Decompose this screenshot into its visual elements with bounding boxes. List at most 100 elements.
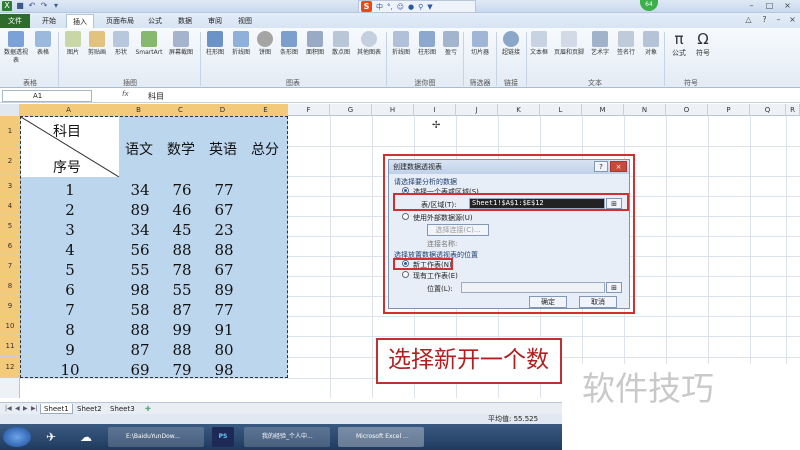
col-header-p[interactable]: P: [708, 104, 750, 116]
ime-toolbar[interactable]: S 中 °, ☺ ● ⚲ ▼: [358, 0, 476, 13]
row-header-4[interactable]: 4: [0, 196, 20, 216]
wb-close-icon[interactable]: ×: [786, 15, 799, 25]
clipart-button[interactable]: 剪贴画: [86, 31, 108, 57]
cell-math[interactable]: 55: [161, 281, 203, 299]
insert-sheet-icon[interactable]: ✚: [142, 404, 154, 414]
pivot-table-button[interactable]: 数据透视表: [2, 31, 30, 65]
picture-button[interactable]: 图片: [62, 31, 84, 57]
col-header-b[interactable]: B: [118, 104, 160, 116]
other-charts-button[interactable]: 其他图表: [355, 31, 383, 57]
tab-home[interactable]: 开始: [36, 14, 62, 28]
radio-existing-worksheet-label[interactable]: 现有工作表(E): [413, 271, 458, 281]
signature-button[interactable]: 签名行: [614, 31, 638, 57]
choose-connection-button[interactable]: 选择连接(C)...: [427, 224, 489, 236]
cell-chinese[interactable]: 34: [119, 221, 161, 239]
win-loss-button[interactable]: 盈亏: [441, 31, 461, 57]
radio-external-source-label[interactable]: 使用外部数据源(U): [413, 213, 473, 223]
select-all-corner[interactable]: [0, 104, 20, 116]
hyperlink-button[interactable]: 超链接: [498, 31, 524, 57]
row-header-6[interactable]: 6: [0, 236, 20, 256]
cell-math[interactable]: 88: [161, 341, 203, 359]
dialog-close-button[interactable]: ×: [610, 161, 627, 172]
fx-icon[interactable]: fx: [122, 90, 129, 98]
cell-math[interactable]: 78: [161, 261, 203, 279]
row-header-11[interactable]: 11: [0, 336, 20, 357]
row-header-8[interactable]: 8: [0, 276, 20, 296]
row-header-12[interactable]: 12: [0, 357, 20, 378]
cell-index[interactable]: 5: [21, 261, 119, 279]
cell-english[interactable]: 67: [203, 261, 245, 279]
bar-chart-button[interactable]: 条形图: [277, 31, 301, 57]
cell-math[interactable]: 99: [161, 321, 203, 339]
cell-english[interactable]: 98: [203, 361, 245, 379]
col-header-r[interactable]: R: [786, 104, 800, 116]
cell-math[interactable]: 88: [161, 241, 203, 259]
save-icon[interactable]: ■: [15, 1, 25, 11]
symbol-button[interactable]: Ω 符号: [692, 31, 714, 57]
shapes-button[interactable]: 形状: [110, 31, 132, 57]
cell-chinese[interactable]: 58: [119, 301, 161, 319]
area-chart-button[interactable]: 面积图: [303, 31, 327, 57]
cell-chinese[interactable]: 89: [119, 201, 161, 219]
wordart-button[interactable]: 艺术字: [588, 31, 612, 57]
col-header-e[interactable]: E: [244, 104, 288, 116]
cell-index[interactable]: 8: [21, 321, 119, 339]
cell-math[interactable]: 79: [161, 361, 203, 379]
radio-external-source[interactable]: [402, 213, 409, 220]
selected-range[interactable]: 科目 序号 语文 数学 英语 总分 1 34 76 77 2 89 46 67 …: [20, 116, 288, 379]
cancel-button[interactable]: 取消: [579, 296, 617, 308]
col-header-k[interactable]: K: [498, 104, 540, 116]
cell-chinese[interactable]: 69: [119, 361, 161, 379]
cell-a1-merged[interactable]: 科目 序号: [21, 117, 119, 177]
row-header-3[interactable]: 3: [0, 176, 20, 196]
close-icon[interactable]: ×: [781, 1, 794, 11]
cell-index[interactable]: 10: [21, 361, 119, 379]
start-button[interactable]: [3, 427, 31, 447]
cell-math[interactable]: 76: [161, 181, 203, 199]
col-header-i[interactable]: I: [414, 104, 456, 116]
cell-index[interactable]: 6: [21, 281, 119, 299]
sheet-tab-sheet2[interactable]: Sheet2: [74, 404, 105, 414]
bird-app-icon[interactable]: ✈: [40, 427, 62, 447]
row-header-2[interactable]: 2: [0, 146, 20, 176]
equation-button[interactable]: π 公式: [668, 31, 690, 57]
taskbar-excel[interactable]: Microsoft Excel ...: [338, 427, 424, 447]
dialog-help-button[interactable]: ?: [594, 161, 608, 172]
line-chart-button[interactable]: 折线图: [229, 31, 253, 57]
textbox-button[interactable]: 文本框: [528, 31, 550, 57]
row-header-10[interactable]: 10: [0, 316, 20, 336]
col-header-q[interactable]: Q: [750, 104, 786, 116]
cell-chinese[interactable]: 56: [119, 241, 161, 259]
slicer-button[interactable]: 切片器: [466, 31, 494, 57]
qat-customize-icon[interactable]: ▾: [51, 1, 61, 11]
header-total[interactable]: 总分: [251, 139, 279, 159]
col-header-j[interactable]: J: [456, 104, 498, 116]
location-picker-button[interactable]: ⊞: [606, 282, 622, 293]
ime-tools-icon[interactable]: ⚲: [418, 3, 423, 11]
col-header-n[interactable]: N: [624, 104, 666, 116]
cell-english[interactable]: 77: [203, 301, 245, 319]
col-header-c[interactable]: C: [160, 104, 202, 116]
row-header-5[interactable]: 5: [0, 216, 20, 236]
tab-data[interactable]: 数据: [172, 14, 198, 28]
ribbon-collapse-icon[interactable]: △: [742, 15, 755, 25]
header-english[interactable]: 英语: [209, 139, 237, 159]
cell-math[interactable]: 87: [161, 301, 203, 319]
location-input[interactable]: [461, 282, 605, 293]
cell-index[interactable]: 1: [21, 181, 119, 199]
column-chart-button[interactable]: 柱形图: [203, 31, 227, 57]
row-header-7[interactable]: 7: [0, 256, 20, 276]
scatter-chart-button[interactable]: 散点图: [329, 31, 353, 57]
maximize-icon[interactable]: □: [763, 1, 776, 11]
sheet-nav-last-icon[interactable]: ▶|: [28, 404, 41, 414]
formula-input[interactable]: 科目: [148, 91, 164, 102]
row-header-9[interactable]: 9: [0, 296, 20, 316]
col-header-l[interactable]: L: [540, 104, 582, 116]
cell-english[interactable]: 91: [203, 321, 245, 339]
col-header-h[interactable]: H: [372, 104, 414, 116]
cell-chinese[interactable]: 88: [119, 321, 161, 339]
sheet-tab-sheet1[interactable]: Sheet1: [40, 404, 73, 414]
table-button[interactable]: 表格: [32, 31, 54, 57]
col-header-d[interactable]: D: [202, 104, 244, 116]
cell-english[interactable]: 80: [203, 341, 245, 359]
